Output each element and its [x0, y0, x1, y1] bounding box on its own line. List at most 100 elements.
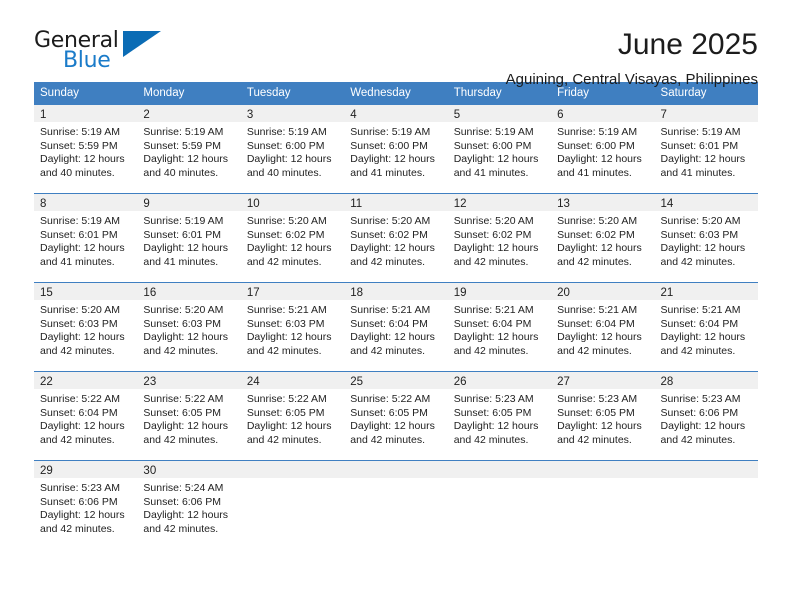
day-number: 19	[453, 287, 467, 299]
day-cell[interactable]: 9 Sunrise: 5:19 AM Sunset: 6:01 PM Dayli…	[137, 194, 241, 282]
sunset-text: Sunset: 6:05 PM	[246, 406, 325, 419]
sunrise-text: Sunrise: 5:19 AM	[143, 215, 224, 227]
day-cell[interactable]: 7 Sunrise: 5:19 AM Sunset: 6:01 PM Dayli…	[654, 105, 758, 193]
weekday-header-row: Sunday Monday Tuesday Wednesday Thursday…	[34, 82, 758, 105]
day-cell-empty	[551, 461, 655, 552]
daylight-text-line2: and 42 minutes.	[557, 433, 632, 446]
sunset-text: Sunset: 6:02 PM	[557, 228, 635, 241]
day-cell[interactable]: 17 Sunrise: 5:21 AM Sunset: 6:03 PM Dayl…	[240, 283, 345, 371]
daylight-text-line2: and 42 minutes.	[143, 433, 219, 446]
day-cell[interactable]: 5 Sunrise: 5:19 AM Sunset: 6:00 PM Dayli…	[447, 105, 552, 193]
day-cell[interactable]: 12 Sunrise: 5:20 AM Sunset: 6:02 PM Dayl…	[447, 194, 552, 282]
daylight-text-line1: Daylight: 12 hours	[453, 420, 539, 432]
day-number: 28	[660, 376, 674, 388]
day-number: 13	[557, 198, 570, 210]
brand-logo[interactable]: General Blue	[34, 28, 164, 78]
day-number-band: 20	[551, 283, 655, 300]
day-cell[interactable]: 11 Sunrise: 5:20 AM Sunset: 6:02 PM Dayl…	[344, 194, 448, 282]
day-cell[interactable]: 16 Sunrise: 5:20 AM Sunset: 6:03 PM Dayl…	[137, 283, 241, 371]
sunset-text: Sunset: 6:04 PM	[40, 406, 118, 419]
daylight-text-line2: and 42 minutes.	[453, 255, 529, 268]
day-cell[interactable]: 4 Sunrise: 5:19 AM Sunset: 6:00 PM Dayli…	[344, 105, 448, 193]
sunrise-text: Sunrise: 5:20 AM	[40, 304, 120, 316]
page-header: General Blue June 2025 Aguining, Central…	[34, 0, 758, 88]
day-cell[interactable]: 22 Sunrise: 5:22 AM Sunset: 6:04 PM Dayl…	[34, 372, 138, 460]
day-cell[interactable]: 14 Sunrise: 5:20 AM Sunset: 6:03 PM Dayl…	[654, 194, 758, 282]
day-number: 14	[660, 198, 674, 210]
day-number-band: 24	[240, 372, 345, 389]
day-cell[interactable]: 25 Sunrise: 5:22 AM Sunset: 6:05 PM Dayl…	[344, 372, 448, 460]
day-cell[interactable]: 18 Sunrise: 5:21 AM Sunset: 6:04 PM Dayl…	[344, 283, 448, 371]
day-details: Sunrise: 5:22 AM Sunset: 6:05 PM Dayligh…	[241, 389, 344, 460]
day-number-band: 14	[654, 194, 758, 211]
day-number-band: 7	[654, 105, 758, 122]
day-number: 23	[143, 376, 157, 388]
daylight-text-line2: and 42 minutes.	[40, 344, 115, 357]
daylight-text-line1: Daylight: 12 hours	[246, 331, 332, 343]
daylight-text-line2: and 40 minutes.	[246, 166, 322, 179]
day-cell[interactable]: 13 Sunrise: 5:20 AM Sunset: 6:02 PM Dayl…	[551, 194, 655, 282]
sunrise-text: Sunrise: 5:20 AM	[453, 215, 534, 227]
day-details	[344, 478, 447, 552]
day-details: Sunrise: 5:19 AM Sunset: 6:00 PM Dayligh…	[551, 122, 654, 193]
day-cell[interactable]: 15 Sunrise: 5:20 AM Sunset: 6:03 PM Dayl…	[34, 283, 138, 371]
sunset-text: Sunset: 6:02 PM	[453, 228, 532, 241]
day-cell[interactable]: 23 Sunrise: 5:22 AM Sunset: 6:05 PM Dayl…	[137, 372, 241, 460]
daylight-text-line1: Daylight: 12 hours	[246, 420, 332, 432]
day-number: 1	[40, 109, 47, 121]
day-details: Sunrise: 5:20 AM Sunset: 6:02 PM Dayligh…	[551, 211, 654, 282]
day-number-band	[447, 461, 552, 478]
daylight-text-line2: and 42 minutes.	[453, 344, 529, 357]
day-details: Sunrise: 5:20 AM Sunset: 6:02 PM Dayligh…	[241, 211, 344, 282]
day-number: 11	[350, 198, 363, 210]
day-number-band	[344, 461, 448, 478]
day-number: 6	[557, 109, 564, 121]
day-cell[interactable]: 29 Sunrise: 5:23 AM Sunset: 6:06 PM Dayl…	[34, 461, 138, 552]
day-cell[interactable]: 21 Sunrise: 5:21 AM Sunset: 6:04 PM Dayl…	[654, 283, 758, 371]
sunrise-text: Sunrise: 5:20 AM	[143, 304, 224, 316]
sunrise-text: Sunrise: 5:22 AM	[40, 393, 120, 405]
day-cell[interactable]: 28 Sunrise: 5:23 AM Sunset: 6:06 PM Dayl…	[654, 372, 758, 460]
day-cell[interactable]: 26 Sunrise: 5:23 AM Sunset: 6:05 PM Dayl…	[447, 372, 552, 460]
calendar-week-row: 29 Sunrise: 5:23 AM Sunset: 6:06 PM Dayl…	[34, 460, 758, 552]
day-cell[interactable]: 3 Sunrise: 5:19 AM Sunset: 6:00 PM Dayli…	[240, 105, 345, 193]
day-number: 27	[557, 376, 570, 388]
daylight-text-line1: Daylight: 12 hours	[143, 420, 229, 432]
day-details: Sunrise: 5:21 AM Sunset: 6:04 PM Dayligh…	[655, 300, 758, 371]
sunset-text: Sunset: 6:01 PM	[143, 228, 222, 241]
daylight-text-line2: and 41 minutes.	[557, 166, 632, 179]
daylight-text-line1: Daylight: 12 hours	[660, 153, 746, 165]
sunset-text: Sunset: 6:06 PM	[143, 495, 222, 508]
day-number: 17	[246, 287, 260, 299]
day-number-band: 17	[240, 283, 345, 300]
sunrise-text: Sunrise: 5:19 AM	[40, 126, 120, 138]
day-number-band: 12	[447, 194, 552, 211]
day-cell[interactable]: 6 Sunrise: 5:19 AM Sunset: 6:00 PM Dayli…	[551, 105, 655, 193]
day-details: Sunrise: 5:24 AM Sunset: 6:06 PM Dayligh…	[137, 478, 240, 552]
day-cell[interactable]: 20 Sunrise: 5:21 AM Sunset: 6:04 PM Dayl…	[551, 283, 655, 371]
sunrise-text: Sunrise: 5:23 AM	[40, 482, 120, 494]
daylight-text-line2: and 40 minutes.	[40, 166, 115, 179]
day-cell[interactable]: 1 Sunrise: 5:19 AM Sunset: 5:59 PM Dayli…	[34, 105, 138, 193]
day-details: Sunrise: 5:20 AM Sunset: 6:02 PM Dayligh…	[344, 211, 447, 282]
day-cell[interactable]: 19 Sunrise: 5:21 AM Sunset: 6:04 PM Dayl…	[447, 283, 552, 371]
day-details	[241, 478, 344, 552]
daylight-text-line2: and 42 minutes.	[246, 255, 322, 268]
sunset-text: Sunset: 6:02 PM	[350, 228, 428, 241]
sunset-text: Sunset: 6:03 PM	[143, 317, 222, 330]
day-cell[interactable]: 27 Sunrise: 5:23 AM Sunset: 6:05 PM Dayl…	[551, 372, 655, 460]
daylight-text-line2: and 42 minutes.	[453, 433, 529, 446]
sunset-text: Sunset: 6:04 PM	[660, 317, 739, 330]
day-number: 21	[660, 287, 674, 299]
day-number-band	[654, 461, 758, 478]
day-number-band: 13	[551, 194, 655, 211]
day-cell[interactable]: 8 Sunrise: 5:19 AM Sunset: 6:01 PM Dayli…	[34, 194, 138, 282]
day-cell[interactable]: 2 Sunrise: 5:19 AM Sunset: 5:59 PM Dayli…	[137, 105, 241, 193]
sunrise-text: Sunrise: 5:19 AM	[350, 126, 431, 138]
sunrise-text: Sunrise: 5:21 AM	[453, 304, 534, 316]
day-cell[interactable]: 10 Sunrise: 5:20 AM Sunset: 6:02 PM Dayl…	[240, 194, 345, 282]
day-cell[interactable]: 24 Sunrise: 5:22 AM Sunset: 6:05 PM Dayl…	[240, 372, 345, 460]
day-number: 15	[40, 287, 53, 299]
day-cell[interactable]: 30 Sunrise: 5:24 AM Sunset: 6:06 PM Dayl…	[137, 461, 241, 552]
day-cell-empty	[240, 461, 345, 552]
